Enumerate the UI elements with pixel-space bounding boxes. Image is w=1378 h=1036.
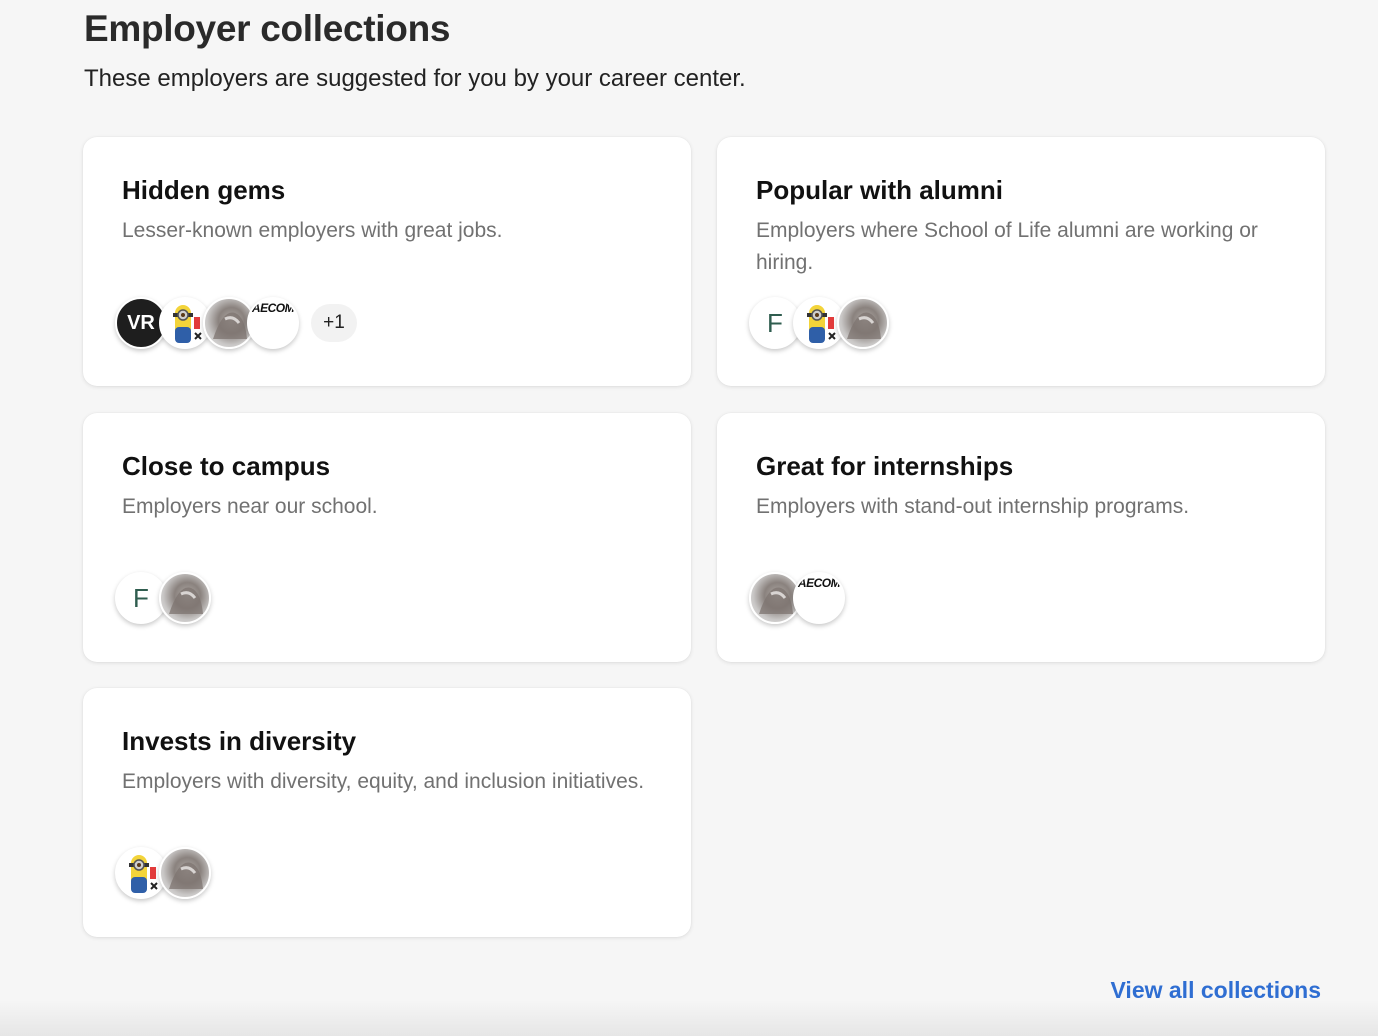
photo-icon [847,312,881,339]
employer-avatar-stack: F [749,297,889,349]
aecom-logo-text: AECOM [251,301,295,315]
photo-icon [213,312,247,339]
card-title: Hidden gems [122,175,286,205]
aecom-logo-text: AECOM [797,576,841,590]
photo-logo-avatar [159,847,211,899]
card-description: Employers where School of Life alumni ar… [756,219,1258,274]
page: Employer collections These employers are… [0,0,1378,1036]
letter-f-text: F [767,307,783,338]
collection-card-great-for-internships[interactable]: Great for internships Employers with sta… [717,413,1325,662]
employer-avatar-stack: F [115,572,211,624]
employer-avatar-stack: VR AECOM +1 [115,297,357,349]
card-description: Employers near our school. [122,495,378,518]
page-subtitle: These employers are suggested for you by… [84,65,746,92]
photo-icon [169,862,203,889]
vr-logo-text: VR [127,311,155,334]
aecom-logo-avatar: AECOM [793,572,845,624]
page-title: Employer collections [84,8,451,49]
minion-icon [129,855,158,893]
collection-card-hidden-gems[interactable]: Hidden gems Lesser-known employers with … [83,137,691,386]
view-all-collections-link[interactable]: View all collections [1111,977,1322,1004]
collection-card-popular-with-alumni[interactable]: Popular with alumni Employers where Scho… [717,137,1325,386]
letter-f-text: F [133,582,149,613]
collection-card-invests-in-diversity[interactable]: Invests in diversity Employers with dive… [83,688,691,937]
photo-logo-avatar [837,297,889,349]
card-description: Employers with diversity, equity, and in… [122,770,645,793]
bottom-fade [0,1000,1378,1036]
card-description: Lesser-known employers with great jobs. [122,219,503,242]
photo-icon [169,587,203,614]
card-description: Employers with stand-out internship prog… [756,495,1190,518]
minion-icon [173,305,202,343]
photo-icon [759,587,793,614]
card-title: Close to campus [122,451,331,481]
more-employers-badge: +1 [311,304,357,342]
card-title: Invests in diversity [122,726,357,756]
card-title: Great for internships [756,451,1014,481]
aecom-logo-avatar: AECOM [247,297,299,349]
employer-avatar-stack: AECOM [749,572,845,624]
employer-avatar-stack [115,847,211,899]
collection-card-close-to-campus[interactable]: Close to campus Employers near our schoo… [83,413,691,662]
minion-icon [807,305,836,343]
card-title: Popular with alumni [756,175,1004,205]
photo-logo-avatar [159,572,211,624]
